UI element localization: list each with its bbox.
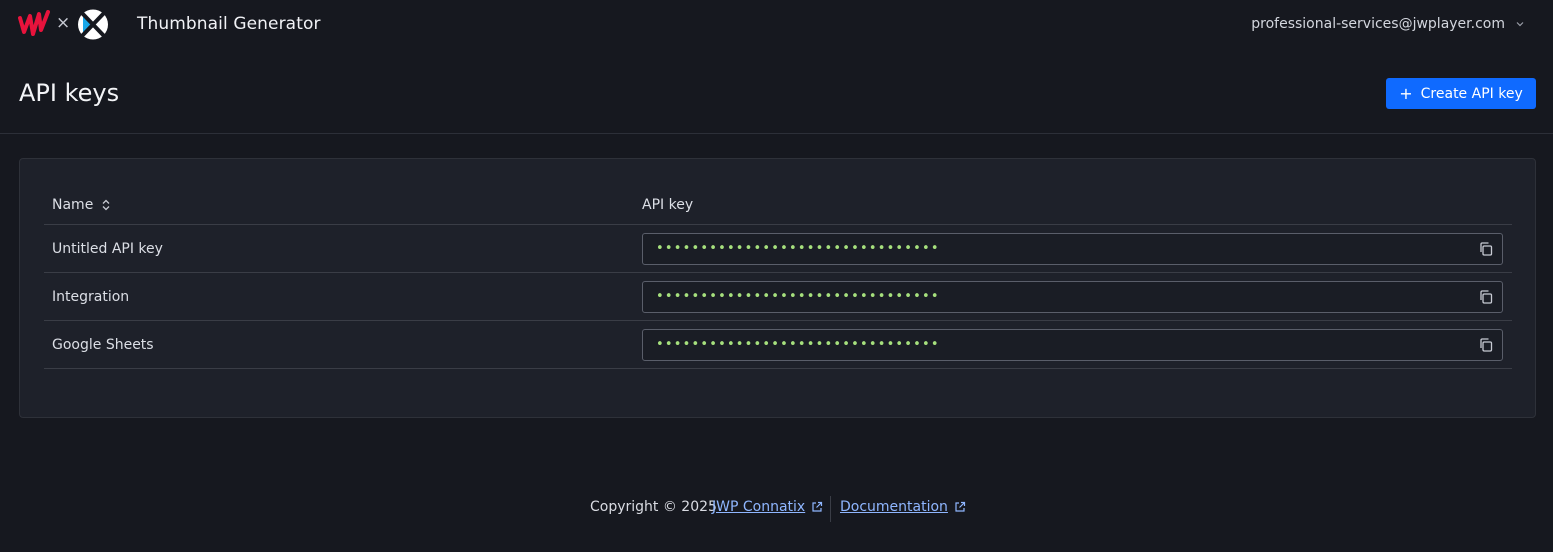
documentation-link-label: Documentation — [840, 499, 948, 515]
external-link-icon — [812, 501, 823, 512]
column-header-name[interactable]: Name — [52, 197, 111, 213]
sort-icon[interactable] — [101, 199, 111, 211]
page-header: API keys + Create API key — [0, 50, 1553, 134]
user-menu[interactable]: professional-services@jwplayer.com — [1251, 16, 1525, 32]
api-keys-table: Name API key Untitled API key ••••••••••… — [44, 183, 1512, 369]
api-key-field[interactable]: •••••••••••••••••••••••••••••••• — [642, 329, 1503, 361]
jwp-logo[interactable] — [18, 10, 50, 40]
connatix-logo[interactable] — [77, 8, 109, 41]
copy-icon[interactable] — [1478, 337, 1494, 353]
footer-divider — [830, 496, 831, 522]
api-key-name: Google Sheets — [52, 337, 154, 353]
user-email: professional-services@jwplayer.com — [1251, 16, 1505, 32]
api-keys-card: Name API key Untitled API key ••••••••••… — [19, 158, 1536, 418]
copy-icon[interactable] — [1478, 289, 1494, 305]
copy-icon[interactable] — [1478, 241, 1494, 257]
chevron-down-icon — [1516, 22, 1524, 27]
jwp-connatix-link-label: JWP Connatix — [712, 499, 806, 515]
logo-separator: × — [56, 13, 71, 33]
api-key-field[interactable]: •••••••••••••••••••••••••••••••• — [642, 233, 1503, 265]
column-header-api-key-label: API key — [642, 197, 694, 213]
api-key-name: Untitled API key — [52, 241, 163, 257]
api-key-masked-value: •••••••••••••••••••••••••••••••• — [656, 337, 940, 352]
api-key-masked-value: •••••••••••••••••••••••••••••••• — [656, 241, 940, 256]
app-title: Thumbnail Generator — [137, 14, 321, 34]
create-api-key-button[interactable]: + Create API key — [1386, 78, 1536, 109]
column-header-api-key: API key — [642, 197, 693, 213]
copyright-text: Copyright © 2025 — [590, 499, 717, 515]
column-header-name-label: Name — [52, 197, 94, 213]
table-row: Integration ••••••••••••••••••••••••••••… — [44, 273, 1512, 321]
plus-icon: + — [1399, 83, 1413, 103]
external-link-icon — [955, 501, 966, 512]
table-row: Google Sheets ••••••••••••••••••••••••••… — [44, 321, 1512, 369]
page-title: API keys — [19, 79, 120, 107]
api-key-masked-value: •••••••••••••••••••••••••••••••• — [656, 289, 940, 304]
jwp-connatix-link[interactable]: JWP Connatix — [712, 499, 823, 515]
api-key-name: Integration — [52, 289, 130, 305]
create-api-key-label: Create API key — [1420, 85, 1523, 102]
table-header: Name API key — [44, 183, 1512, 225]
footer: Copyright © 2025 JWP Connatix Documentat… — [0, 496, 1553, 522]
api-key-field[interactable]: •••••••••••••••••••••••••••••••• — [642, 281, 1503, 313]
top-bar: × Thumbnail Generator professional-servi… — [0, 0, 1553, 50]
documentation-link[interactable]: Documentation — [840, 499, 966, 515]
table-row: Untitled API key •••••••••••••••••••••••… — [44, 225, 1512, 273]
